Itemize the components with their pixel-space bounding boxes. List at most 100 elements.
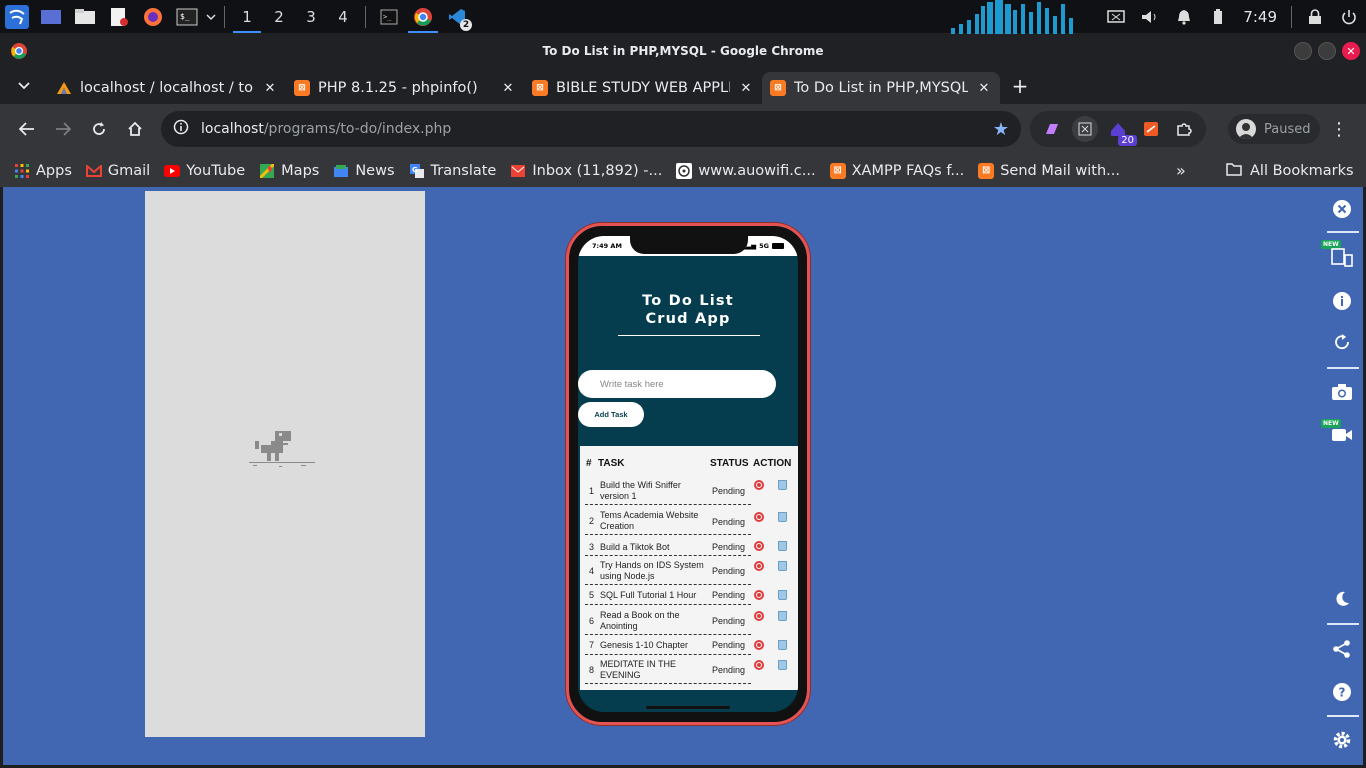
bookmark-youtube[interactable]: YouTube (164, 163, 245, 179)
close-circle-icon[interactable] (1330, 197, 1354, 221)
kali-menu-icon[interactable] (0, 0, 34, 34)
row-task: Read a Book on the Anointing (600, 610, 680, 631)
trash-icon[interactable] (778, 611, 787, 621)
extension-badge-icon[interactable]: 20 (1105, 116, 1137, 146)
extension-orange-icon[interactable] (1138, 116, 1164, 142)
extension-purple-icon[interactable] (1039, 116, 1065, 142)
minimize-button[interactable] (1294, 42, 1312, 60)
text-editor-icon[interactable] (102, 0, 136, 34)
tab-close-icon[interactable]: ✕ (738, 80, 754, 96)
xampp-icon: ⊠ (532, 80, 548, 96)
close-window-button[interactable]: ✕ (1342, 42, 1360, 60)
power-icon[interactable] (1332, 0, 1366, 34)
maximize-button[interactable] (1318, 42, 1336, 60)
trash-icon[interactable] (778, 640, 787, 650)
new-tab-button[interactable]: + (1000, 68, 1040, 104)
bookmark-label: News (355, 162, 395, 179)
phone-notch (630, 236, 748, 254)
help-icon[interactable]: ? (1330, 680, 1354, 704)
tab-phpmyadmin[interactable]: localhost / localhost / to-do ✕ (48, 72, 286, 104)
reload-button[interactable] (81, 111, 117, 147)
share-icon[interactable] (1330, 637, 1354, 661)
bookmark-apps[interactable]: Apps (14, 163, 72, 179)
chevron-down-icon[interactable] (204, 0, 218, 34)
bookmark-inbox[interactable]: Inbox (11,892) -... (510, 163, 662, 179)
devices-icon[interactable] (1330, 245, 1354, 269)
home-button[interactable] (117, 111, 153, 147)
terminal-window-icon[interactable]: >_ (372, 0, 406, 34)
panel-divider (365, 5, 366, 28)
bookmark-news[interactable]: News (333, 162, 395, 179)
site-info-icon[interactable] (173, 119, 189, 139)
extension-xpath-icon[interactable] (1072, 116, 1099, 142)
all-bookmarks-button[interactable]: All Bookmarks (1226, 154, 1354, 187)
trash-icon[interactable] (778, 512, 787, 522)
bell-icon[interactable] (1167, 0, 1201, 34)
edit-icon[interactable] (754, 512, 764, 522)
back-button[interactable] (9, 111, 45, 147)
clock[interactable]: 7:49 (1235, 8, 1285, 26)
bookmark-maps[interactable]: Maps (259, 163, 319, 179)
tab-label: To Do List in PHP,MYSQL (794, 80, 968, 96)
address-bar[interactable]: localhost/programs/to-do/index.php ★ (161, 111, 1021, 147)
trash-icon[interactable] (778, 590, 787, 600)
tab-close-icon[interactable]: ✕ (976, 80, 992, 96)
edit-icon[interactable] (754, 611, 764, 621)
dark-mode-icon[interactable] (1330, 587, 1354, 611)
workspace-2[interactable]: 2 (263, 0, 295, 34)
file-manager-icon[interactable] (68, 0, 102, 34)
bookmark-auowifi[interactable]: www.auowifi.c... (676, 162, 816, 179)
url-text[interactable]: localhost/programs/to-do/index.php (201, 121, 981, 137)
tab-bible-study[interactable]: ⊠ BIBLE STUDY WEB APPLI ✕ (524, 72, 762, 104)
extensions-puzzle-icon[interactable] (1171, 116, 1197, 142)
rotate-icon[interactable] (1330, 330, 1354, 354)
info-icon[interactable] (1330, 289, 1354, 313)
notification-badge: 2 (460, 18, 472, 31)
bookmark-xampp-faqs[interactable]: ⊠ XAMPP FAQs f... (829, 162, 964, 179)
bookmark-translate[interactable]: G Translate (409, 163, 496, 179)
row-number: 2 (589, 516, 595, 526)
video-icon[interactable] (1330, 423, 1354, 447)
trash-icon[interactable] (778, 480, 787, 490)
volume-icon[interactable] (1133, 0, 1167, 34)
settings-gear-icon[interactable] (1330, 728, 1354, 752)
forward-button[interactable] (45, 111, 81, 147)
show-desktop-icon[interactable] (34, 0, 68, 34)
bookmark-send-mail[interactable]: ⊠ Send Mail with... (978, 162, 1120, 179)
task-input[interactable]: Write task here (578, 370, 776, 398)
chrome-window-icon[interactable] (406, 0, 440, 34)
bookmark-star-icon[interactable]: ★ (993, 119, 1009, 140)
edit-icon[interactable] (754, 480, 764, 490)
tab-search-button[interactable] (0, 68, 48, 104)
workspace-3[interactable]: 3 (295, 0, 327, 34)
terminal-icon[interactable]: $_ (170, 0, 204, 34)
trash-icon[interactable] (778, 541, 787, 551)
trash-icon[interactable] (778, 561, 787, 571)
chrome-menu-icon[interactable]: ⋮ (1326, 114, 1352, 144)
more-bookmarks-chevron-icon[interactable]: » (1176, 154, 1186, 187)
vscode-icon[interactable]: 2 (440, 0, 474, 34)
workspace-1[interactable]: 1 (231, 0, 263, 34)
profile-button[interactable]: Paused (1228, 114, 1321, 144)
edit-icon[interactable] (754, 541, 764, 551)
trash-icon[interactable] (778, 660, 787, 670)
edit-icon[interactable] (754, 640, 764, 650)
url-host: localhost (201, 121, 264, 137)
tab-phpinfo[interactable]: ⊠ PHP 8.1.25 - phpinfo() ✕ (286, 72, 524, 104)
tab-close-icon[interactable]: ✕ (500, 80, 516, 96)
bookmark-gmail[interactable]: Gmail (85, 163, 150, 179)
row-status: Pending (712, 542, 746, 552)
edit-icon[interactable] (754, 561, 764, 571)
edit-icon[interactable] (754, 660, 764, 670)
firefox-icon[interactable] (136, 0, 170, 34)
lock-icon[interactable] (1298, 0, 1332, 34)
camera-icon[interactable] (1330, 380, 1354, 404)
phpmyadmin-icon (56, 80, 72, 96)
edit-icon[interactable] (754, 590, 764, 600)
tab-todo-list[interactable]: ⊠ To Do List in PHP,MYSQL ✕ (762, 72, 1000, 104)
display-icon[interactable] (1099, 0, 1133, 34)
column-action: ACTION (753, 458, 792, 469)
workspace-4[interactable]: 4 (327, 0, 359, 34)
add-task-button[interactable]: Add Task (578, 402, 644, 427)
tab-close-icon[interactable]: ✕ (262, 80, 278, 96)
